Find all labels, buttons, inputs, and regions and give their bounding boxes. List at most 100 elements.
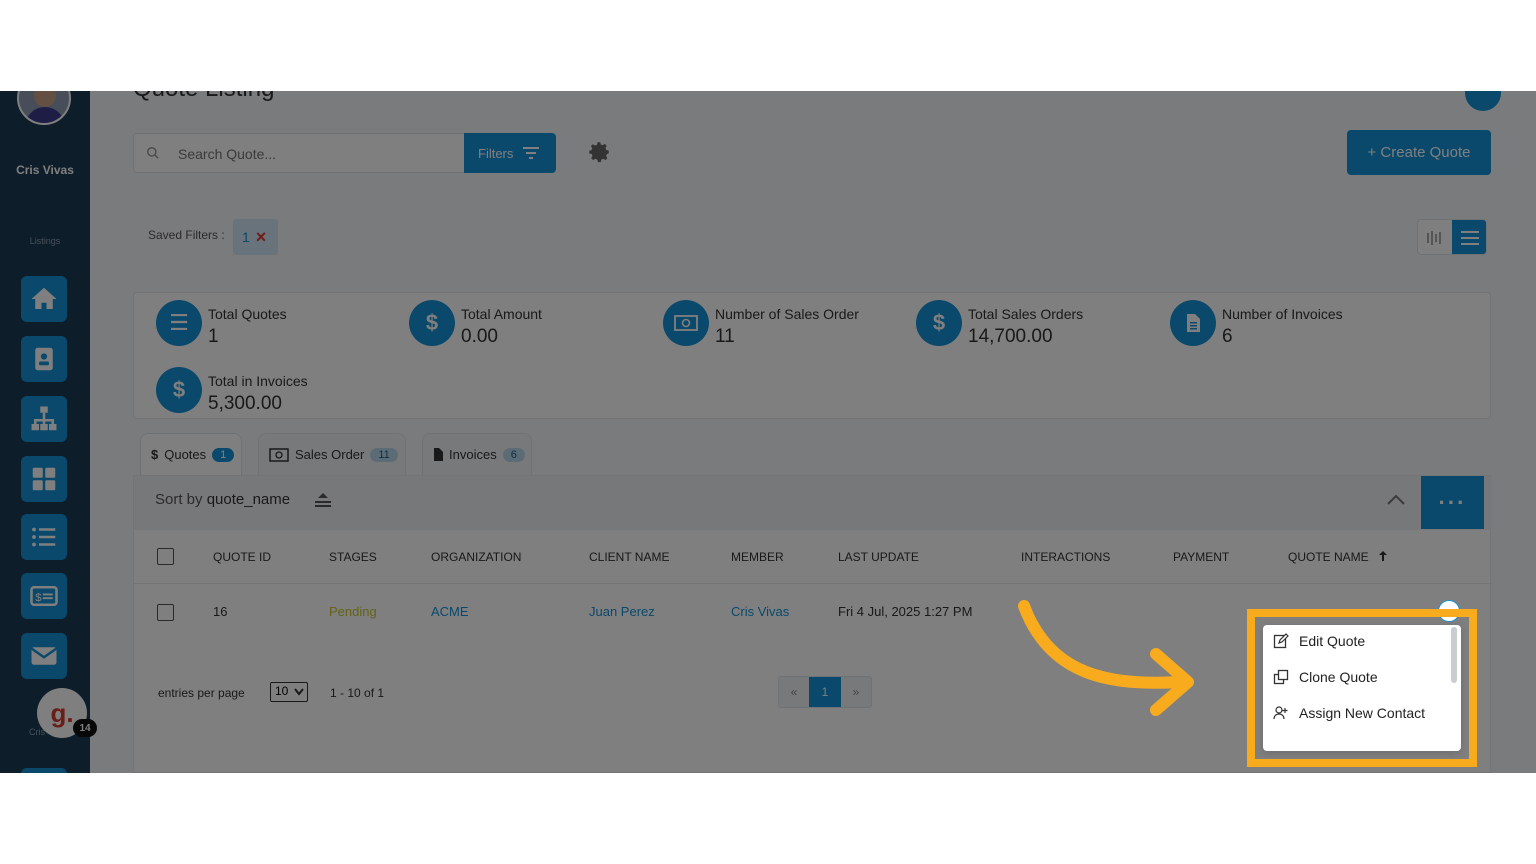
column-header[interactable]: STAGES [329, 550, 377, 564]
document-icon [1170, 300, 1216, 346]
menu-icon [1461, 231, 1479, 245]
search-icon [147, 147, 159, 159]
sort-bar: Sort by quote_name ··· [134, 476, 1492, 530]
floating-action-button[interactable] [1465, 91, 1501, 111]
cell-member[interactable]: Cris Vivas [731, 604, 789, 619]
stat-value: 14,700.00 [968, 326, 1053, 347]
sidebar-organization-button[interactable] [21, 396, 67, 442]
tab-label: Invoices [449, 447, 497, 462]
stat-value: 5,300.00 [208, 393, 282, 414]
list-view-button[interactable] [1452, 220, 1486, 254]
avatar[interactable] [17, 91, 71, 125]
dropdown-scrollbar[interactable] [1451, 627, 1457, 683]
column-header[interactable]: PAYMENT [1173, 550, 1229, 564]
saved-filter-count: 1 [242, 229, 250, 245]
document-icon [434, 448, 443, 461]
select-all-checkbox[interactable] [157, 548, 174, 565]
dollar-icon: $ [916, 300, 962, 346]
stats-card: ☰ Total Quotes 1 $ Total Amount 0.00 Num… [133, 292, 1491, 419]
create-quote-button[interactable]: + Create Quote [1347, 130, 1491, 175]
tab-quotes[interactable]: $ Quotes 1 [140, 433, 242, 475]
column-header[interactable]: ORGANIZATION [431, 550, 521, 564]
next-page-button[interactable]: » [841, 677, 871, 707]
stat-label: Number of Invoices [1222, 306, 1343, 322]
sidebar-mail-button[interactable] [21, 633, 67, 679]
cell-organization[interactable]: ACME [431, 604, 469, 619]
stat-value: 6 [1222, 326, 1233, 347]
entries-per-page-value: 10 [275, 684, 289, 698]
cell-stage: Pending [329, 604, 377, 619]
table-header: QUOTE ID STAGES ORGANIZATION CLIENT NAME… [134, 530, 1492, 584]
sort-label[interactable]: Sort by quote_name [155, 491, 290, 508]
saved-filter-chip[interactable]: 1 × [233, 219, 278, 255]
search-box [133, 133, 465, 173]
more-options-button[interactable]: ··· [1421, 476, 1484, 529]
edit-quote-menu-item[interactable]: Edit Quote [1273, 629, 1365, 653]
home-icon [31, 287, 57, 309]
cell-last-update: Fri 4 Jul, 2025 1:27 PM [838, 604, 973, 619]
row-actions-dropdown: Edit Quote Clone Quote Assign New Contac… [1263, 625, 1461, 751]
menu-item-label: Clone Quote [1299, 669, 1378, 685]
column-header[interactable]: LAST UPDATE [838, 550, 919, 564]
billing-icon: $ [30, 586, 58, 606]
stat-label: Total Sales Orders [968, 306, 1084, 322]
prev-page-button[interactable]: « [779, 677, 809, 707]
tab-invoices[interactable]: Invoices 6 [422, 433, 532, 475]
search-input[interactable] [178, 143, 458, 165]
tab-sales-order[interactable]: Sales Order 11 [258, 433, 406, 475]
page-button-current[interactable]: 1 [809, 677, 841, 707]
sidebar-dashboard-button[interactable] [21, 456, 67, 502]
stat-label: Total Quotes [208, 306, 287, 322]
row-checkbox[interactable] [157, 604, 174, 621]
tab-prefix: $ [151, 447, 159, 462]
kanban-view-button[interactable] [1418, 220, 1452, 254]
column-header-label: QUOTE NAME [1288, 550, 1369, 564]
column-header[interactable]: QUOTE ID [213, 550, 271, 564]
edit-icon [1273, 633, 1289, 649]
sidebar-contacts-button[interactable] [21, 336, 67, 382]
kanban-icon [1427, 231, 1441, 245]
sort-direction-icon[interactable] [314, 492, 332, 508]
clone-icon [1273, 669, 1289, 685]
stat-label: Number of Sales Order [715, 306, 859, 322]
arrow-up-icon [1379, 551, 1388, 561]
stat-label: Total in Invoices [208, 373, 308, 389]
stat-label: Total Amount [461, 306, 542, 322]
sidebar-listings-button[interactable] [21, 514, 67, 560]
menu-item-label: Edit Quote [1299, 633, 1366, 649]
gear-icon[interactable] [586, 139, 612, 165]
money-icon [269, 447, 289, 462]
tab-count-badge: 6 [502, 447, 525, 462]
sidebar: Cris Vivas Listings $ Cris g. 14 [0, 91, 97, 773]
sidebar-more-button[interactable] [21, 768, 67, 773]
chevron-down-icon [294, 688, 304, 696]
cell-quote-id: 16 [213, 604, 228, 619]
entries-per-page-label: entries per page [158, 686, 245, 700]
assign-new-contact-menu-item[interactable]: Assign New Contact [1273, 701, 1425, 725]
pagination: « 1 » [778, 676, 872, 708]
stat-value: 0.00 [461, 326, 498, 347]
column-header[interactable]: INTERACTIONS [1021, 550, 1110, 564]
sidebar-billing-button[interactable]: $ [21, 573, 67, 619]
saved-filters-label: Saved Filters : [148, 228, 225, 242]
assign-contact-icon [1273, 706, 1288, 720]
pagination-range: 1 - 10 of 1 [330, 686, 385, 700]
column-header[interactable]: QUOTE NAME [1288, 550, 1388, 564]
filter-icon [523, 147, 540, 159]
org-chart-icon [31, 406, 57, 431]
tab-label: Sales Order [295, 447, 365, 462]
filters-label: Filters [478, 145, 514, 161]
dollar-icon: $ [156, 367, 202, 413]
close-icon[interactable]: × [256, 228, 267, 246]
user-name: Cris Vivas [16, 163, 74, 177]
chevron-up-icon[interactable] [1386, 492, 1406, 506]
sort-prefix: Sort by [155, 491, 207, 508]
clone-quote-menu-item[interactable]: Clone Quote [1273, 665, 1378, 689]
sidebar-home-button[interactable] [21, 276, 67, 322]
column-header[interactable]: CLIENT NAME [589, 550, 669, 564]
entries-per-page-select[interactable]: 10 [270, 682, 308, 702]
filters-button[interactable]: Filters [464, 133, 556, 173]
grid-icon [32, 467, 56, 491]
cell-client-name[interactable]: Juan Perez [589, 604, 655, 619]
column-header[interactable]: MEMBER [731, 550, 784, 564]
